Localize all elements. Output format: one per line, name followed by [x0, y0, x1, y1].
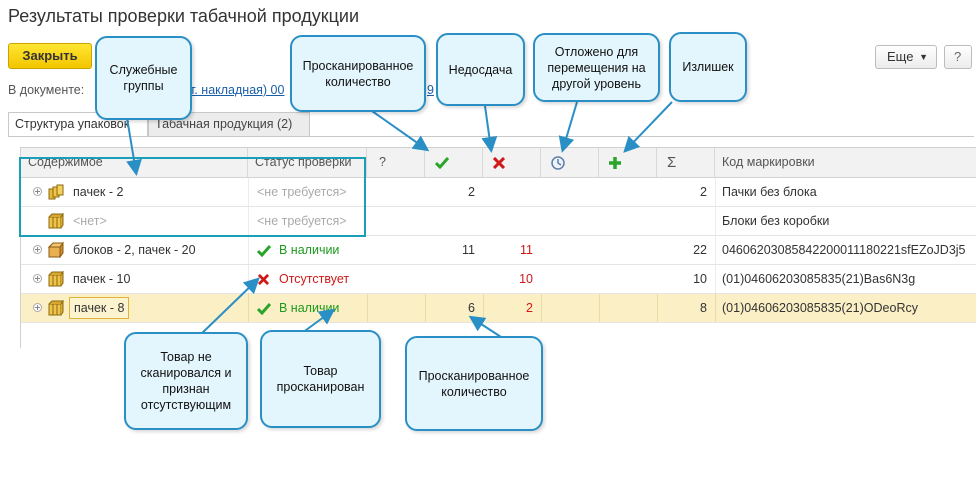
table-row[interactable]: пачек - 10 Отсутствует 10 10 (01)0460620…	[21, 265, 976, 294]
header-surplus[interactable]	[599, 148, 657, 177]
col-separator	[715, 265, 716, 293]
callout-scanned-qty-bottom: Просканированное количество	[405, 336, 543, 431]
col-separator	[715, 178, 716, 206]
callout-service-groups: Служебные группы	[95, 36, 192, 120]
row-total: 2	[700, 185, 707, 199]
help-label: ?	[954, 49, 962, 64]
row-scanned: 2	[468, 185, 475, 199]
header-shortage[interactable]	[483, 148, 541, 177]
row-total: 22	[693, 243, 707, 257]
callout-scanned: Товар просканирован	[260, 330, 381, 428]
plus-icon	[609, 157, 621, 169]
row-scanned: 11	[462, 243, 475, 257]
row-content: пачек - 8	[69, 297, 130, 319]
callout-scanned-qty-top: Просканированное количество	[290, 35, 426, 112]
cross-icon	[258, 274, 269, 285]
row-content: пачек - 10	[73, 272, 131, 286]
page-title: Результаты проверки табачной продукции	[8, 6, 359, 26]
header-postponed[interactable]	[541, 148, 599, 177]
header-code[interactable]: Код маркировки	[715, 148, 976, 177]
document-link-tail[interactable]: 9	[427, 83, 434, 97]
row-shortage: 10	[519, 272, 533, 286]
col-separator	[715, 236, 716, 264]
col-separator	[367, 294, 368, 322]
service-groups-highlight	[19, 157, 366, 237]
chevron-down-icon: ▼	[919, 52, 928, 62]
more-button[interactable]: Еще ▼	[875, 45, 937, 69]
check-icon	[435, 157, 449, 169]
block-icon	[48, 271, 64, 287]
row-shortage: 11	[520, 243, 533, 257]
callout-not-scanned: Товар не сканировался и признан отсутств…	[124, 332, 248, 430]
table-row[interactable]: блоков - 2, пачек - 20 В наличии 11 11 2…	[21, 236, 976, 265]
row-status: В наличии	[279, 301, 340, 315]
col-separator	[541, 294, 542, 322]
callout-postponed: Отложено для перемещения на другой урове…	[533, 33, 660, 102]
row-code: 04606203085842200011180221sfEZoJD3j5	[722, 243, 966, 257]
block-icon	[48, 300, 64, 316]
row-scanned: 6	[468, 301, 475, 315]
row-status: Отсутствует	[279, 272, 350, 286]
callout-shortage: Недосдача	[436, 33, 525, 106]
row-code: (01)04606203085835(21)ODeoRcy	[722, 301, 918, 315]
row-total: 10	[693, 272, 707, 286]
more-label: Еще	[887, 49, 914, 64]
row-shortage: 2	[526, 301, 533, 315]
row-code: (01)04606203085835(21)Bas6N3g	[722, 272, 916, 286]
clock-icon	[551, 156, 565, 170]
col-separator	[599, 294, 600, 322]
tab-divider	[8, 136, 974, 137]
row-code: Пачки без блока	[722, 185, 817, 199]
cross-icon	[493, 157, 505, 169]
row-content-cell[interactable]: пачек - 8	[69, 294, 130, 322]
box-icon	[48, 242, 64, 258]
table-row-selected[interactable]: пачек - 8 В наличии 6 2 8 (01)0460620308…	[21, 294, 976, 323]
document-link[interactable]: т. накладная) 00	[190, 83, 284, 97]
callout-surplus: Излишек	[669, 32, 747, 102]
row-content: блоков - 2, пачек - 20	[73, 243, 196, 257]
help-button[interactable]: ?	[944, 45, 972, 69]
expand-icon[interactable]	[33, 274, 42, 283]
col-separator	[248, 265, 249, 293]
check-icon	[257, 303, 271, 315]
expand-icon[interactable]	[33, 245, 42, 254]
col-separator	[715, 207, 716, 235]
check-icon	[257, 245, 271, 257]
header-scanned[interactable]	[425, 148, 483, 177]
row-total: 8	[700, 301, 707, 315]
col-separator	[715, 294, 716, 322]
header-unknown[interactable]: ?	[367, 148, 425, 177]
col-separator	[248, 236, 249, 264]
header-sum[interactable]: Σ	[657, 148, 715, 177]
row-status: В наличии	[279, 243, 340, 257]
expand-icon[interactable]	[33, 303, 42, 312]
row-code: Блоки без коробки	[722, 214, 830, 228]
col-separator	[248, 294, 249, 322]
close-button[interactable]: Закрыть	[8, 43, 92, 69]
document-label: В документе:	[8, 83, 85, 97]
